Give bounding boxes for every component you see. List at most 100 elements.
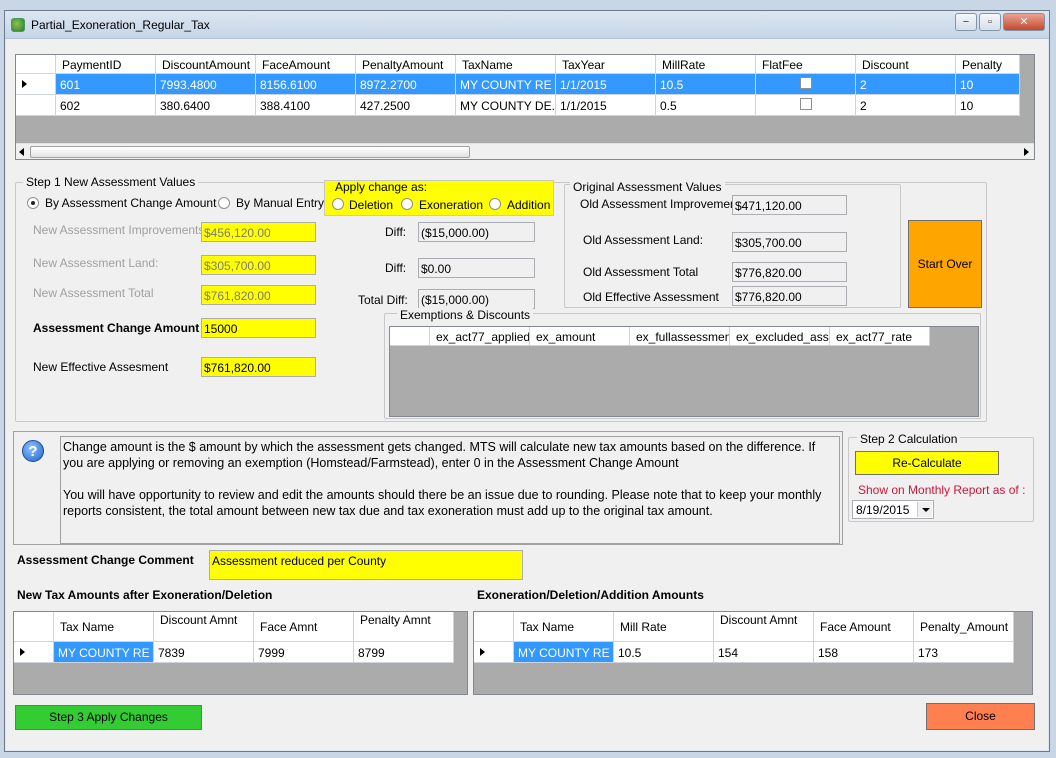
cell-discount[interactable]: 2 (856, 74, 956, 95)
cell-flatfee[interactable] (756, 95, 856, 116)
chevron-down-icon[interactable] (917, 502, 932, 517)
grid-header-penaltyamount[interactable]: PenaltyAmount (356, 55, 456, 74)
step1-title: Step 1 New Assessment Values (23, 175, 199, 189)
radio-addition[interactable] (489, 198, 501, 210)
comment-input[interactable]: Assessment reduced per County (209, 550, 523, 580)
radio-exoneration[interactable] (401, 198, 413, 210)
cell-discountamount[interactable]: 7993.4800 (156, 74, 256, 95)
exo-amounts-title: Exoneration/Deletion/Addition Amounts (477, 588, 704, 602)
radio-by-change-amount[interactable] (27, 197, 39, 209)
cell-millrate[interactable]: 10.5 (656, 74, 756, 95)
grid-header-flatfee[interactable]: FlatFee (756, 55, 856, 74)
old-effective-field: $776,820.00 (732, 286, 847, 306)
cell-taxname[interactable]: MY COUNTY RE (456, 74, 556, 95)
cell-tax-name[interactable]: MY COUNTY RE (54, 642, 154, 663)
cell-face-amnt[interactable]: 7999 (254, 642, 354, 663)
grid-header-face-amount[interactable]: Face Amount (814, 612, 914, 642)
change-amount-input[interactable]: 15000 (201, 318, 316, 338)
row-indicator-icon (22, 80, 27, 88)
close-button[interactable]: Close (926, 703, 1035, 730)
grid-header-discount-amnt[interactable]: Discount Amnt (714, 612, 814, 642)
cell-penalty[interactable]: 10 (956, 74, 1020, 95)
grid-header-ex-excluded-asses[interactable]: ex_excluded_asses (730, 327, 830, 346)
grid-header-discount[interactable]: Discount (856, 55, 956, 74)
restore-button[interactable]: ▫ (979, 13, 1001, 31)
start-over-button[interactable]: Start Over (908, 220, 982, 308)
new-tax-title: New Tax Amounts after Exoneration/Deleti… (17, 588, 273, 602)
cell-discount-amnt[interactable]: 154 (714, 642, 814, 663)
hscroll-thumb[interactable] (30, 146, 470, 158)
scroll-left-icon[interactable] (19, 148, 24, 156)
row-header[interactable] (16, 95, 56, 116)
grid-header-taxyear[interactable]: TaxYear (556, 55, 656, 74)
cell-penalty-amnt[interactable]: 8799 (354, 642, 454, 663)
grid-header-ex-fullassessment[interactable]: ex_fullassessment (630, 327, 730, 346)
flatfee-checkbox[interactable] (800, 77, 812, 89)
close-window-button[interactable]: ✕ (1003, 13, 1045, 31)
grid-corner (390, 327, 430, 346)
cell-face-amount[interactable]: 158 (814, 642, 914, 663)
exemptions-grid[interactable]: ex_act77_applied ex_amount ex_fullassessme… (389, 326, 979, 417)
grid-header-face-amnt[interactable]: Face Amnt (254, 612, 354, 642)
grid-header-penalty-amount[interactable]: Penalty_Amount (914, 612, 1014, 642)
cell-paymentid[interactable]: 601 (56, 74, 156, 95)
new-tax-grid[interactable]: Tax Name Discount Amnt Face Amnt Penalty Am… (13, 611, 468, 695)
info-text: Change amount is the $ amount by which t… (60, 436, 840, 544)
grid-header-taxname[interactable]: TaxName (456, 55, 556, 74)
cell-discount[interactable]: 2 (856, 95, 956, 116)
grid-header-ex-act77-applied[interactable]: ex_act77_applied (430, 327, 530, 346)
recalculate-button[interactable]: Re-Calculate (855, 451, 999, 475)
row-indicator-icon (480, 648, 485, 656)
new-improvements-field[interactable]: $456,120.00 (201, 222, 316, 242)
cell-discount-amnt[interactable]: 7839 (154, 642, 254, 663)
flatfee-checkbox[interactable] (800, 98, 812, 110)
grid-header-penalty-amnt[interactable]: Penalty Amnt (354, 612, 454, 642)
row-header[interactable] (14, 642, 54, 663)
grid-header-ex-amount[interactable]: ex_amount (530, 327, 630, 346)
new-land-field[interactable]: $305,700.00 (201, 255, 316, 275)
apply-changes-button[interactable]: Step 3 Apply Changes (15, 705, 202, 730)
grid-header-discountamount[interactable]: DiscountAmount (156, 55, 256, 74)
payments-grid[interactable]: PaymentID DiscountAmount FaceAmount Penalty… (15, 54, 1035, 160)
report-date-value: 8/19/2015 (856, 503, 910, 517)
cell-discountamount[interactable]: 380.6400 (156, 95, 256, 116)
scroll-right-icon[interactable] (1024, 148, 1029, 156)
grid-header-mill-rate[interactable]: Mill Rate (614, 612, 714, 642)
old-total-field: $776,820.00 (732, 262, 847, 282)
grid-header-penalty[interactable]: Penalty (956, 55, 1020, 74)
cell-tax-name[interactable]: MY COUNTY RE (514, 642, 614, 663)
report-date-picker[interactable]: 8/19/2015 (852, 500, 934, 519)
radio-by-manual-entry[interactable] (218, 197, 230, 209)
grid-header-paymentid[interactable]: PaymentID (56, 55, 156, 74)
exo-amounts-grid[interactable]: Tax Name Mill Rate Discount Amnt Face Amoun… (473, 611, 1033, 695)
new-effective-field[interactable]: $761,820.00 (201, 357, 316, 377)
grid-header-tax-name[interactable]: Tax Name (54, 612, 154, 642)
cell-taxyear[interactable]: 1/1/2015 (556, 74, 656, 95)
cell-faceamount[interactable]: 8156.6100 (256, 74, 356, 95)
grid-header-ex-act77-rate[interactable]: ex_act77_rate (830, 327, 930, 346)
cell-penaltyamount[interactable]: 427.2500 (356, 95, 456, 116)
diff2-field: $0.00 (418, 258, 535, 278)
grid-header-tax-name[interactable]: Tax Name (514, 612, 614, 642)
cell-faceamount[interactable]: 388.4100 (256, 95, 356, 116)
cell-mill-rate[interactable]: 10.5 (614, 642, 714, 663)
payments-grid-hscrollbar[interactable] (16, 143, 1034, 159)
row-header[interactable] (474, 642, 514, 663)
grid-header-discount-amnt[interactable]: Discount Amnt (154, 612, 254, 642)
cell-penalty-amount[interactable]: 173 (914, 642, 1014, 663)
total-diff-label: Total Diff: (358, 293, 408, 307)
cell-penalty[interactable]: 10 (956, 95, 1020, 116)
grid-header-millrate[interactable]: MillRate (656, 55, 756, 74)
dialog-window: Partial_Exoneration_Regular_Tax − ▫ ✕ Pa… (4, 10, 1050, 752)
cell-taxyear[interactable]: 1/1/2015 (556, 95, 656, 116)
new-total-field[interactable]: $761,820.00 (201, 285, 316, 305)
grid-header-faceamount[interactable]: FaceAmount (256, 55, 356, 74)
cell-paymentid[interactable]: 602 (56, 95, 156, 116)
minimize-button[interactable]: − (955, 13, 977, 31)
cell-millrate[interactable]: 0.5 (656, 95, 756, 116)
row-header[interactable] (16, 74, 56, 95)
cell-taxname[interactable]: MY COUNTY DE... (456, 95, 556, 116)
cell-penaltyamount[interactable]: 8972.2700 (356, 74, 456, 95)
radio-deletion[interactable] (332, 198, 344, 210)
cell-flatfee[interactable] (756, 74, 856, 95)
